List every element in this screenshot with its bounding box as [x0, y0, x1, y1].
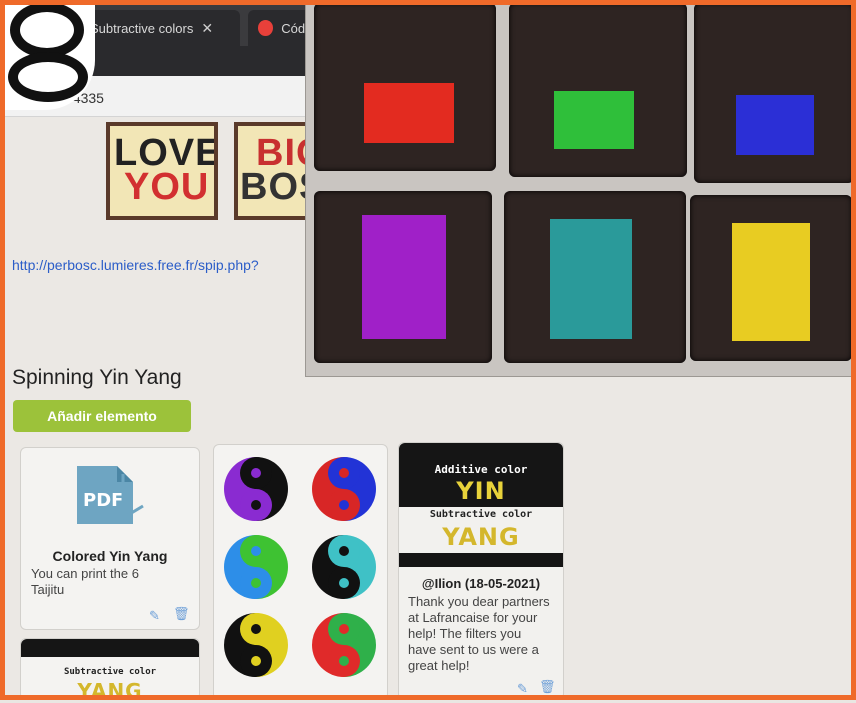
filter-slide [504, 191, 686, 363]
add-element-button[interactable]: Añadir elemento [13, 400, 191, 432]
yin-yang-icon [312, 613, 376, 677]
yin-yang-icon [312, 535, 376, 599]
card-description: You can print the 6 Taijitu [31, 566, 139, 598]
color-filter-film [554, 91, 634, 149]
yang-dot [251, 656, 261, 666]
color-filter-film [732, 223, 810, 341]
section-title: Spinning Yin Yang [12, 366, 182, 389]
yang-dot [339, 656, 349, 666]
color-filter-film [736, 95, 814, 155]
yin-dot [251, 624, 261, 634]
yang-dot [251, 500, 261, 510]
card-desc-line: Taijitu [31, 582, 65, 597]
poster-word: BOSS [240, 166, 306, 208]
divider-strip [399, 553, 563, 567]
filter-slide [694, 3, 854, 183]
tab-label: Códi [281, 20, 308, 36]
color-filter-film [550, 219, 632, 339]
banner-word: YANG [442, 523, 520, 551]
logo-ring-top [10, 2, 84, 58]
yin-yang-icon [312, 457, 376, 521]
color-filter-film [364, 83, 454, 143]
banner-label: Subtractive color [63, 667, 157, 677]
card-desc-line: You can print the 6 [31, 566, 139, 581]
color-filter-slides [305, 0, 856, 377]
card-ilion-message[interactable]: Additive color YIN Subtractive color YAN… [398, 442, 564, 700]
tab-subtractive-colors[interactable]: Subtractive colors ✕ [80, 10, 240, 46]
close-icon[interactable]: ✕ [201, 20, 213, 37]
card-description: Thank you dear partners at Lafrancaise f… [408, 594, 550, 674]
yin-dot [339, 468, 349, 478]
card-subtractive-partial[interactable]: Subtractive color YANG [20, 638, 200, 703]
app-logo [0, 0, 95, 110]
yin-dot [251, 468, 261, 478]
banner-label: Subtractive color [429, 509, 533, 520]
filter-slide [509, 3, 687, 177]
svg-text:PDF: PDF [83, 490, 123, 511]
color-filter-film [362, 215, 446, 339]
source-link[interactable]: http://perbosc.lumieres.free.fr/spip.php… [12, 257, 259, 273]
card-colored-yin-yang[interactable]: PDF Colored Yin Yang You can print the 6… [20, 447, 200, 630]
filter-slide [314, 191, 492, 363]
poster-word: YOU [124, 166, 210, 208]
yang-dot [251, 578, 261, 588]
edit-icon[interactable]: ✎ [517, 681, 528, 697]
trash-icon[interactable]: 🗑 [539, 679, 556, 695]
filter-slide [690, 195, 852, 361]
banner-word: YANG [77, 679, 143, 703]
additive-banner: Additive color YIN [399, 443, 563, 507]
card-desc-line: Thank you dear partners [408, 594, 550, 609]
yin-yang-icon [224, 457, 288, 521]
trash-icon[interactable]: 🗑 [173, 606, 190, 622]
site-favicon-icon [258, 20, 274, 36]
yin-yang-icon [224, 613, 288, 677]
tab-label: Subtractive colors [90, 20, 194, 36]
poster-big-boss: BIG BOSS [234, 122, 310, 220]
card-desc-line: great help! [408, 658, 470, 673]
edit-icon[interactable]: ✎ [149, 608, 160, 624]
card-title: Colored Yin Yang [52, 548, 168, 564]
logo-ring-bottom [8, 52, 88, 102]
yang-dot [339, 500, 349, 510]
banner-strip [21, 639, 199, 657]
yin-dot [339, 546, 349, 556]
filter-slide [314, 3, 496, 171]
banner-label: Additive color [434, 463, 528, 476]
yin-dot [251, 546, 261, 556]
card-desc-line: help! The filters you [408, 626, 522, 641]
card-title: @Ilion (18-05-2021) [421, 576, 541, 591]
poster-love-you: LOVE YOU [106, 122, 218, 220]
pdf-file-icon: PDF [77, 466, 144, 524]
banner-word: YIN [456, 477, 506, 505]
card-desc-line: at Lafrancaise for your [408, 610, 538, 625]
card-yin-yang-grid[interactable] [213, 444, 388, 700]
yang-dot [339, 578, 349, 588]
card-desc-line: have sent to us were a [408, 642, 539, 657]
yin-yang-icon [224, 535, 288, 599]
yin-dot [339, 624, 349, 634]
